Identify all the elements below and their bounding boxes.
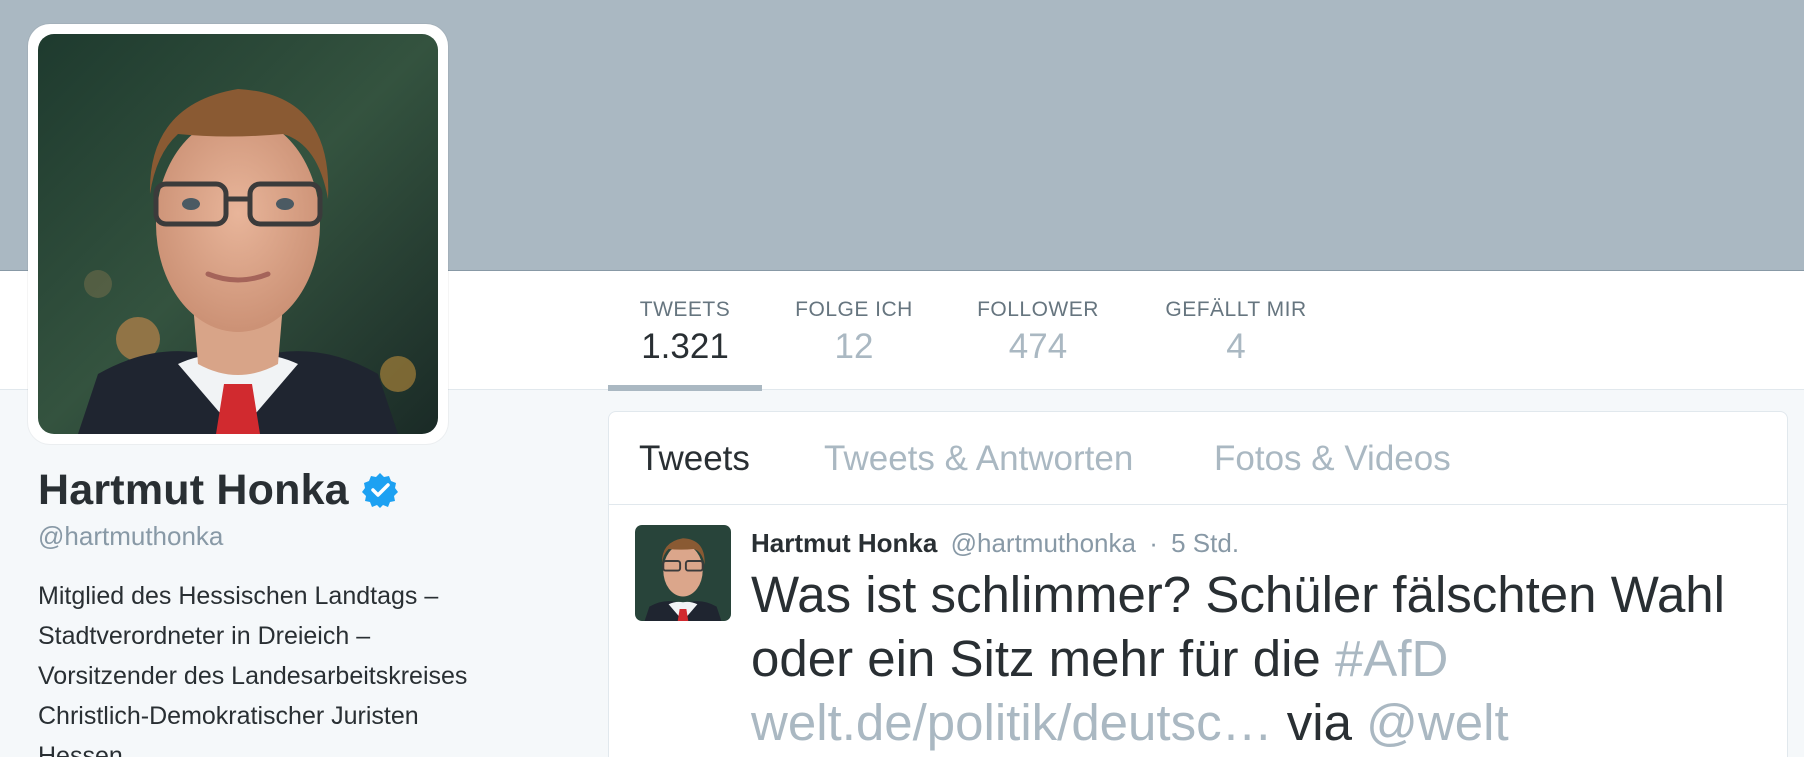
nav-likes-label: GEFÄLLT MIR [1165, 298, 1307, 321]
tweet-mention-link[interactable]: @welt [1366, 694, 1508, 751]
tweet-author-name[interactable]: Hartmut Honka [751, 528, 937, 558]
tab-photos-videos[interactable]: Fotos & Videos [1214, 439, 1451, 479]
profile-card: Hartmut Honka @hartmuthonka Mitglied des… [38, 462, 578, 757]
profile-name-row: Hartmut Honka [38, 462, 578, 518]
nav-tweets-count: 1.321 [641, 327, 729, 366]
tweet-text: Was ist schlimmer? Schüler fälschten Wah… [751, 563, 1761, 755]
nav-following-count: 12 [834, 327, 874, 366]
tab-tweets[interactable]: Tweets [639, 439, 750, 479]
profile-bio: Mitglied des Hessischen Landtags – Stadt… [38, 576, 558, 757]
profile-name[interactable]: Hartmut Honka [38, 466, 349, 515]
tab-tweets-replies[interactable]: Tweets & Antworten [824, 439, 1133, 479]
profile-page: TWEETS 1.321 FOLGE ICH 12 FOLLOWER 474 G… [0, 0, 1804, 757]
tweet-item[interactable]: Hartmut Honka @hartmuthonka · 5 Std. Was… [609, 505, 1787, 757]
timeline-card: Tweets Tweets & Antworten Fotos & Videos… [608, 411, 1788, 757]
nav-following-label: FOLGE ICH [795, 298, 913, 321]
tweet-via-text: via [1272, 694, 1367, 751]
bio-line: Vorsitzender des Landesarbeitskreises [38, 662, 468, 690]
tweet-separator: · [1149, 528, 1158, 558]
profile-avatar [38, 34, 438, 434]
nav-followers[interactable]: FOLLOWER 474 [968, 271, 1108, 391]
bio-line: Mitglied des Hessischen Landtags – [38, 582, 439, 610]
tweet-avatar[interactable] [635, 525, 731, 621]
nav-following[interactable]: FOLGE ICH 12 [784, 271, 924, 391]
bio-line: Stadtverordneter in Dreieich – [38, 622, 371, 650]
timeline-tabs: Tweets Tweets & Antworten Fotos & Videos [609, 412, 1787, 505]
nav-tweets-label: TWEETS [639, 298, 731, 321]
tweet-timestamp[interactable]: 5 Std. [1171, 528, 1239, 558]
nav-likes[interactable]: GEFÄLLT MIR 4 [1156, 271, 1316, 391]
bio-line: Christlich-Demokratischer Juristen [38, 702, 419, 730]
profile-avatar-frame[interactable] [28, 24, 448, 444]
bio-line: Hessen [38, 742, 123, 757]
tweet-hashtag-link[interactable]: #AfD [1335, 630, 1448, 687]
tweet-author-handle[interactable]: @hartmuthonka [951, 528, 1136, 558]
tweet-url-link[interactable]: welt.de/politik/deutsc… [751, 694, 1273, 751]
nav-likes-count: 4 [1226, 327, 1246, 366]
profile-handle[interactable]: @hartmuthonka [38, 518, 578, 554]
tweet-text-body: Was ist schlimmer? Schüler fälschten Wah… [751, 566, 1726, 687]
verified-badge-icon [361, 471, 399, 509]
nav-followers-count: 474 [1008, 327, 1068, 366]
nav-followers-label: FOLLOWER [977, 298, 1099, 321]
nav-tweets[interactable]: TWEETS 1.321 [608, 271, 762, 391]
tweet-header: Hartmut Honka @hartmuthonka · 5 Std. [751, 525, 1239, 561]
